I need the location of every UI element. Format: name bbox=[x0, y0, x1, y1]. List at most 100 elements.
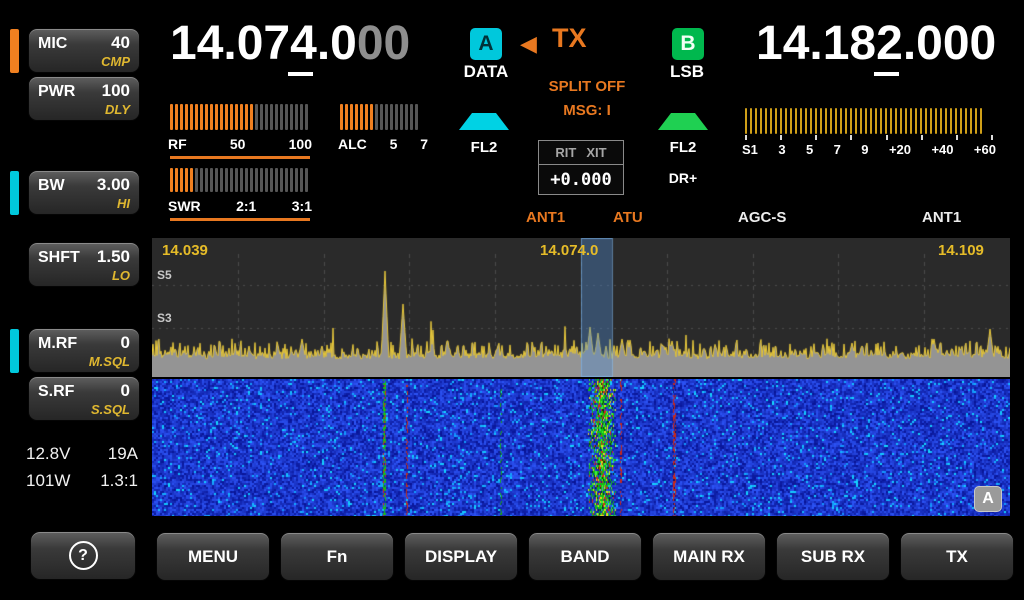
shft-sub-label: LO bbox=[38, 268, 130, 283]
rf-meter-scale: RF 50 100 bbox=[168, 136, 312, 152]
pwr-sub-label: DLY bbox=[38, 102, 130, 117]
swr-scale-label: SWR bbox=[168, 198, 201, 214]
output-status: 101W 1.3:1 bbox=[26, 471, 138, 491]
mrf-value: 0 bbox=[121, 333, 130, 353]
pwr-value: 100 bbox=[102, 81, 130, 101]
s-scale-9: 9 bbox=[861, 142, 868, 157]
shft-label: SHFT bbox=[38, 249, 80, 267]
swr-scale-3-1: 3:1 bbox=[292, 198, 312, 214]
power-readout: 101W bbox=[26, 471, 70, 491]
vfo-a-mode[interactable]: DATA bbox=[456, 62, 516, 82]
knob-srf[interactable]: S.RF0 S.SQL bbox=[28, 376, 140, 421]
vfo-b-mode[interactable]: LSB bbox=[660, 62, 714, 82]
shft-value: 1.50 bbox=[97, 247, 130, 267]
tx-indicator[interactable]: TX bbox=[552, 23, 587, 54]
swr-scale-2-1: 2:1 bbox=[236, 198, 256, 214]
filter-label-b[interactable]: FL2 bbox=[658, 139, 708, 156]
srf-sub-label: S.SQL bbox=[38, 402, 130, 417]
bw-accent-bar bbox=[10, 171, 19, 215]
vfo-a-step-marker bbox=[288, 72, 313, 76]
alc-scale-label: ALC bbox=[338, 136, 367, 152]
rf-scale-label: RF bbox=[168, 136, 187, 152]
sub-s-meter bbox=[745, 108, 993, 134]
fn-button[interactable]: Fn bbox=[280, 532, 394, 581]
srf-value: 0 bbox=[121, 381, 130, 401]
rit-offset-value: +0.000 bbox=[539, 165, 623, 194]
rf-scale-100: 100 bbox=[289, 136, 312, 152]
voltage-readout: 12.8V bbox=[26, 444, 70, 464]
filter-passband-icon-a[interactable] bbox=[459, 113, 509, 130]
knob-mic[interactable]: MIC 40 CMP bbox=[28, 28, 140, 73]
menu-button[interactable]: MENU bbox=[156, 532, 270, 581]
rf-meter bbox=[170, 104, 310, 130]
vfo-a-freq-dim: 00 bbox=[357, 17, 410, 70]
sub-s-meter-scale: S1 3 5 7 9 +20 +40 +60 bbox=[742, 142, 996, 157]
scope-freq-right: 14.109 bbox=[938, 242, 984, 259]
vfo-b-badge[interactable]: B bbox=[672, 28, 704, 60]
knob-bw[interactable]: BW 3.00 HI bbox=[28, 170, 140, 215]
knob-mrf[interactable]: M.RF 0 M.SQL bbox=[28, 328, 140, 373]
tx-arrow-icon: ◀ bbox=[520, 31, 537, 57]
swr-meter-scale: SWR 2:1 3:1 bbox=[168, 198, 312, 214]
s-scale-p20: +20 bbox=[889, 142, 911, 157]
knob-shft[interactable]: SHFT 1.50 LO bbox=[28, 242, 140, 287]
bw-label: BW bbox=[38, 177, 65, 195]
mic-value: 40 bbox=[111, 33, 130, 53]
atu-indicator[interactable]: ATU bbox=[613, 209, 643, 226]
vfo-a-freq-bright: 14.074.0 bbox=[170, 17, 357, 70]
vfo-b-step-marker bbox=[874, 72, 899, 76]
alc-scale-7: 7 bbox=[420, 136, 428, 152]
sub-s-meter-ticks bbox=[745, 135, 993, 140]
rit-xit-display[interactable]: RIT XIT +0.000 bbox=[538, 140, 624, 195]
current-readout: 19A bbox=[108, 444, 138, 464]
antenna-sub-indicator[interactable]: ANT1 bbox=[922, 209, 961, 226]
waterfall-canvas[interactable] bbox=[152, 379, 1010, 516]
rit-label[interactable]: RIT bbox=[555, 145, 576, 160]
filter-label-a[interactable]: FL2 bbox=[459, 139, 509, 156]
s-scale-s1: S1 bbox=[742, 142, 758, 157]
sub-rx-button[interactable]: SUB RX bbox=[776, 532, 890, 581]
scope-s3-label: S3 bbox=[157, 311, 172, 325]
vfo-b-freq: 14.182.000 bbox=[756, 17, 996, 70]
vfo-a-frequency[interactable]: 14.074.000 bbox=[170, 16, 410, 71]
tx-button[interactable]: TX bbox=[900, 532, 1014, 581]
split-status[interactable]: SPLIT OFF bbox=[532, 78, 642, 95]
mrf-accent-bar bbox=[10, 329, 19, 373]
help-icon: ? bbox=[69, 541, 98, 570]
bw-sub-label: HI bbox=[38, 196, 130, 211]
mic-label: MIC bbox=[38, 35, 67, 53]
s-scale-p60: +60 bbox=[974, 142, 996, 157]
vfo-b-frequency[interactable]: 14.182.000 bbox=[756, 16, 996, 71]
help-button[interactable]: ? bbox=[30, 531, 136, 580]
swr-meter bbox=[170, 168, 310, 192]
alc-meter bbox=[340, 104, 425, 130]
swr-meter-zone-line bbox=[170, 218, 310, 221]
main-rx-button[interactable]: MAIN RX bbox=[652, 532, 766, 581]
scope-freq-center: 14.074.0 bbox=[540, 242, 598, 259]
xit-label[interactable]: XIT bbox=[586, 145, 606, 160]
dr-plus-indicator: DR+ bbox=[658, 170, 708, 186]
agc-indicator[interactable]: AGC-S bbox=[738, 209, 786, 226]
band-button[interactable]: BAND bbox=[528, 532, 642, 581]
mic-sub-label: CMP bbox=[38, 54, 130, 69]
filter-passband-icon-b[interactable] bbox=[658, 113, 708, 130]
mrf-sub-label: M.SQL bbox=[38, 354, 130, 369]
swr-readout: 1.3:1 bbox=[100, 471, 138, 491]
antenna-main-indicator[interactable]: ANT1 bbox=[526, 209, 565, 226]
s-scale-p40: +40 bbox=[931, 142, 953, 157]
scope-s5-label: S5 bbox=[157, 268, 172, 282]
alc-scale-5: 5 bbox=[390, 136, 398, 152]
rf-scale-50: 50 bbox=[230, 136, 246, 152]
message-indicator[interactable]: MSG: I bbox=[532, 102, 642, 119]
bw-value: 3.00 bbox=[97, 175, 130, 195]
s-scale-5: 5 bbox=[806, 142, 813, 157]
s-scale-3: 3 bbox=[778, 142, 785, 157]
scope-freq-left: 14.039 bbox=[162, 242, 208, 259]
mrf-label: M.RF bbox=[38, 335, 77, 353]
display-button[interactable]: DISPLAY bbox=[404, 532, 518, 581]
rf-meter-zone-line bbox=[170, 156, 310, 159]
vfo-a-badge[interactable]: A bbox=[470, 28, 502, 60]
radio-main-screen: { "colors": { "accent_orange": "#f08020"… bbox=[0, 0, 1024, 600]
knob-pwr[interactable]: PWR100 DLY bbox=[28, 76, 140, 121]
waterfall-vfo-badge[interactable]: A bbox=[974, 486, 1002, 512]
